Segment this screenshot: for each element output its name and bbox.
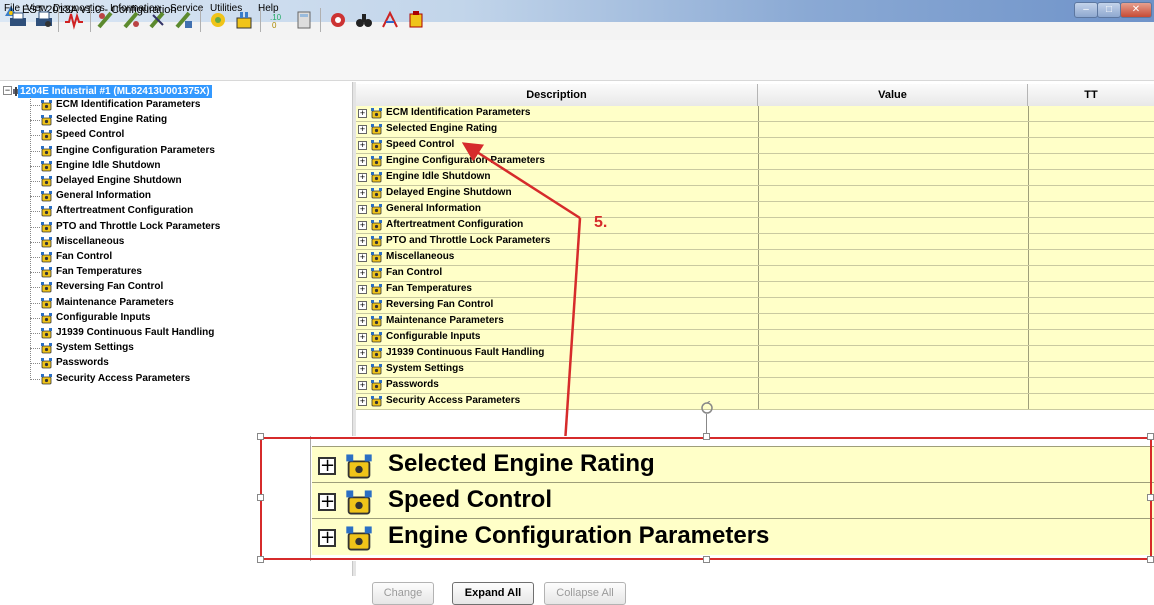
resize-handle[interactable] (1147, 556, 1154, 563)
zoom-highlight-frame (260, 437, 1152, 560)
step-annotation-label: 5. (594, 214, 608, 231)
resize-handle[interactable] (1147, 433, 1154, 440)
rotate-handle[interactable] (700, 400, 714, 415)
resize-handle[interactable] (703, 433, 710, 440)
resize-handle[interactable] (1147, 494, 1154, 501)
collapse-all-button[interactable]: Collapse All (544, 582, 626, 605)
resize-handle[interactable] (257, 556, 264, 563)
change-button[interactable]: Change (372, 582, 434, 605)
resize-handle[interactable] (703, 556, 710, 563)
rotate-handle-stem (706, 414, 707, 434)
resize-handle[interactable] (257, 433, 264, 440)
resize-handle[interactable] (257, 494, 264, 501)
expand-all-button[interactable]: Expand All (452, 582, 534, 605)
